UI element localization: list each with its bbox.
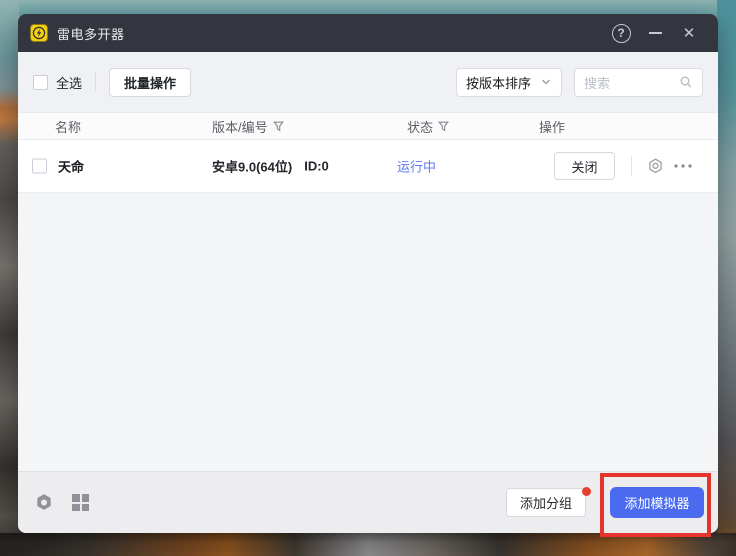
emulator-row[interactable]: 天命 安卓9.0(64位) ID:0 运行中 关闭: [18, 140, 718, 193]
global-settings-button[interactable]: [34, 493, 54, 513]
titlebar[interactable]: 雷电多开器 ? ✕: [18, 14, 718, 52]
header-version[interactable]: 版本/编号: [212, 113, 284, 139]
row-actions-divider: [631, 156, 632, 176]
android-version: 安卓9.0(64位): [212, 157, 292, 176]
table-header-row: 名称 版本/编号 状态 操作: [18, 112, 718, 140]
batch-operations-button[interactable]: 批量操作: [109, 68, 191, 97]
ldplayer-multi-instance-window: 雷电多开器 ? ✕ 全选 批量操作 按版本排序: [18, 14, 718, 533]
header-action: 操作: [539, 113, 565, 139]
close-emulator-button[interactable]: 关闭: [554, 152, 615, 180]
close-button[interactable]: ✕: [672, 14, 706, 52]
desktop-wallpaper: 雷电多开器 ? ✕ 全选 批量操作 按版本排序: [0, 0, 736, 556]
add-group-button[interactable]: 添加分组: [506, 488, 586, 517]
grid-view-button[interactable]: [70, 493, 90, 513]
help-button[interactable]: ?: [604, 14, 638, 52]
gear-icon: [646, 157, 665, 176]
more-options-button[interactable]: [672, 155, 694, 177]
search-placeholder: 搜索: [584, 73, 679, 92]
filter-icon[interactable]: [273, 121, 284, 132]
sort-dropdown[interactable]: 按版本排序: [456, 68, 562, 97]
select-all-checkbox[interactable]: [33, 75, 48, 90]
toolbar-divider: [95, 73, 96, 91]
wallpaper-left-rocks: [0, 0, 19, 556]
help-icon: ?: [612, 24, 631, 43]
header-status[interactable]: 状态: [407, 113, 449, 139]
select-all-label[interactable]: 全选: [56, 73, 82, 92]
chevron-down-icon: [540, 76, 552, 88]
search-input[interactable]: 搜索: [574, 68, 703, 97]
minimize-icon: [649, 32, 662, 34]
annotation-rectangle: [600, 473, 711, 537]
window-title: 雷电多开器: [57, 24, 125, 43]
emulator-version: 安卓9.0(64位) ID:0: [212, 157, 329, 176]
search-icon: [679, 75, 693, 89]
close-icon: ✕: [683, 26, 696, 41]
filter-icon[interactable]: [438, 121, 449, 132]
header-status-label: 状态: [407, 117, 433, 136]
emulator-id: ID:0: [304, 159, 329, 174]
grid-icon: [71, 493, 90, 512]
more-options-icon: [672, 163, 694, 169]
emulator-name: 天命: [58, 157, 84, 176]
app-logo-lightning-icon: [30, 24, 48, 42]
emulator-list-empty-area: [18, 193, 718, 471]
sort-dropdown-value: 按版本排序: [466, 73, 531, 92]
minimize-button[interactable]: [638, 14, 672, 52]
toolbar: 全选 批量操作 按版本排序 搜索: [18, 52, 718, 112]
status-badge: 运行中: [397, 157, 436, 176]
row-checkbox[interactable]: [32, 159, 47, 174]
header-name: 名称: [55, 113, 81, 139]
header-version-label: 版本/编号: [212, 117, 268, 136]
gear-filled-icon: [34, 492, 54, 513]
wallpaper-right-sky: [717, 0, 736, 556]
notification-dot: [582, 487, 591, 496]
emulator-settings-button[interactable]: [644, 155, 666, 177]
